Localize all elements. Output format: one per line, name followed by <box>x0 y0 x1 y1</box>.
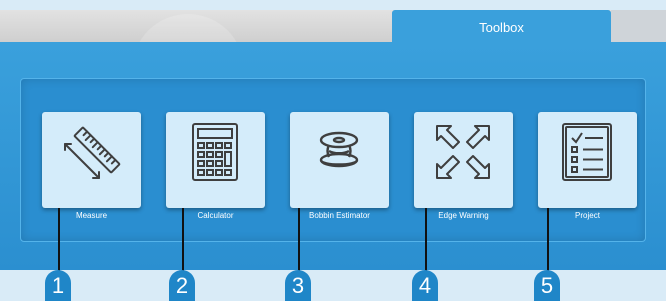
expand-arrows-icon <box>436 125 490 179</box>
callout-badge-4: 4 <box>412 270 438 301</box>
project-button[interactable]: Project <box>538 112 637 220</box>
tab-toolbox[interactable]: Toolbox <box>392 10 611 44</box>
bobbin-icon <box>319 131 359 168</box>
callout-line-4 <box>425 208 427 272</box>
project-label: Project <box>575 211 600 220</box>
bobbin-estimator-label: Bobbin Estimator <box>309 211 370 220</box>
tab-toolbox-label: Toolbox <box>479 19 524 35</box>
checklist-icon <box>562 123 612 181</box>
calculator-icon <box>192 123 238 181</box>
measure-button[interactable]: Measure <box>42 112 141 220</box>
callout-line-3 <box>298 208 300 272</box>
bobbin-estimator-button[interactable]: Bobbin Estimator <box>290 112 389 220</box>
callout-badge-1: 1 <box>45 270 71 301</box>
callout-line-2 <box>182 208 184 272</box>
edge-warning-button[interactable]: Edge Warning <box>414 112 513 220</box>
tab-edge <box>611 10 666 42</box>
callout-line-5 <box>547 208 549 272</box>
callout-line-1 <box>58 208 60 272</box>
callout-badge-5: 5 <box>534 270 560 301</box>
calculator-button[interactable]: Calculator <box>166 112 265 220</box>
callout-badge-3: 3 <box>285 270 311 301</box>
ruler-icon <box>64 126 121 179</box>
edge-warning-label: Edge Warning <box>438 211 489 220</box>
measure-label: Measure <box>75 211 108 220</box>
calculator-label: Calculator <box>197 211 234 220</box>
callout-badge-2: 2 <box>169 270 195 301</box>
